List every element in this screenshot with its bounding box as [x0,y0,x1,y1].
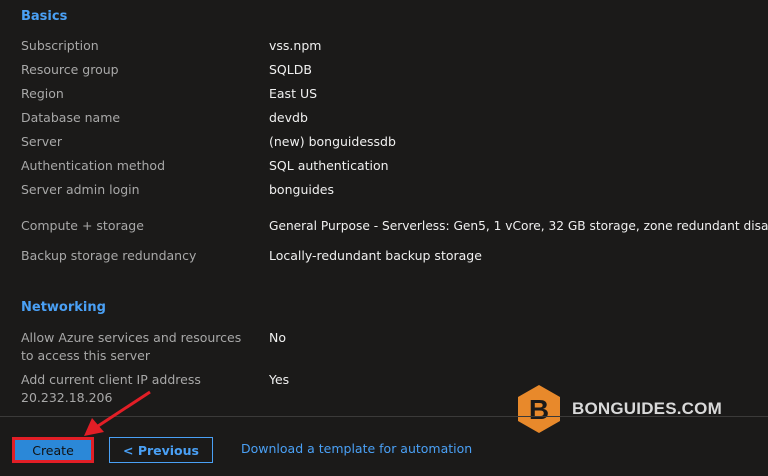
resource-group-label: Resource group [21,62,119,77]
allow-azure-services-label: Allow Azure services and resources to ac… [21,330,242,363]
networking-title: Networking [21,300,106,315]
compute-storage-value: General Purpose - Serverless: Gen5, 1 vC… [269,219,768,233]
b-hexagon-icon: B [518,385,560,433]
authentication-method-label: Authentication method [21,158,166,173]
region-label: Region [21,86,64,101]
annotation-arrow-icon [84,390,151,436]
database-name-label: Database name [21,110,121,125]
authentication-method-value: SQL authentication [269,158,389,173]
subscription-label: Subscription [21,38,99,53]
download-template-link[interactable]: Download a template for automation [241,441,472,456]
resource-group-value: SQLDB [269,62,312,77]
basics-title: Basics [21,9,68,24]
database-name-value: devdb [269,110,308,125]
logo-letter: B [529,394,549,425]
client-ip-value: Yes [269,372,290,387]
previous-button[interactable]: < Previous [109,437,213,463]
compute-storage-label: Compute + storage [21,218,144,233]
backup-storage-value: Locally-redundant backup storage [269,248,482,263]
backup-storage-label: Backup storage redundancy [21,248,197,263]
server-label: Server [21,134,62,149]
region-value: East US [269,86,318,101]
server-admin-login-label: Server admin login [21,182,140,197]
server-value: (new) bonguidessdb [269,134,396,149]
server-admin-login-value: bonguides [269,182,334,197]
subscription-value: vss.npm [269,38,322,53]
watermark-logo: B BONGUIDES.COM [516,384,722,434]
allow-azure-services-value: No [269,330,286,345]
create-button[interactable]: Create [12,437,94,463]
